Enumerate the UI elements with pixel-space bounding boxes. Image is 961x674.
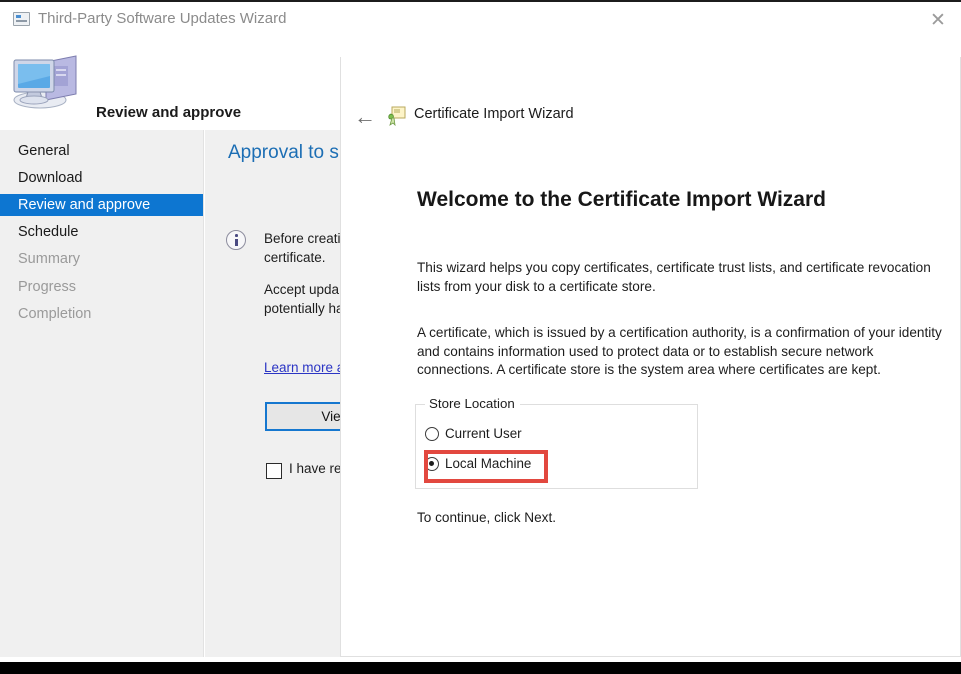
sidebar-item-general[interactable]: General bbox=[0, 140, 204, 162]
bottom-edge-strip bbox=[0, 662, 961, 674]
approval-paragraph-2: Accept upda potentially ha bbox=[264, 282, 344, 316]
titlebar-top-border bbox=[0, 0, 961, 2]
approval-paragraph-1: Before creati certificate. bbox=[264, 231, 341, 265]
sidebar-item-summary[interactable]: Summary bbox=[0, 248, 204, 270]
wizard-description-1: This wizard helps you copy certificates,… bbox=[417, 260, 931, 294]
radio-local-machine-circle bbox=[425, 457, 439, 471]
sidebar-item-completion[interactable]: Completion bbox=[0, 303, 204, 325]
learn-more-link[interactable]: Learn more a bbox=[264, 360, 344, 375]
window-title: Third-Party Software Updates Wizard bbox=[38, 10, 287, 27]
computer-monitor-icon bbox=[13, 55, 77, 109]
wizard-step-title: Review and approve bbox=[96, 104, 242, 121]
radio-local-machine-label: Local Machine bbox=[445, 456, 532, 471]
sidebar-item-progress[interactable]: Progress bbox=[0, 276, 204, 298]
back-arrow-icon[interactable]: ← bbox=[352, 104, 378, 130]
dialog-title: Certificate Import Wizard bbox=[414, 106, 574, 122]
certificate-icon bbox=[388, 106, 406, 126]
approval-page-title: Approval to s bbox=[228, 142, 339, 163]
acknowledge-checkbox[interactable] bbox=[266, 463, 282, 479]
sidebar-item-review-and-approve[interactable]: Review and approve bbox=[0, 194, 203, 216]
sidebar-item-download[interactable]: Download bbox=[0, 167, 204, 189]
wizard-description-2: A certificate, which is issued by a cert… bbox=[417, 325, 942, 377]
store-location-legend: Store Location bbox=[425, 396, 520, 411]
window-titlebar: Third-Party Software Updates Wizard ✕ bbox=[0, 0, 961, 34]
close-icon[interactable]: ✕ bbox=[923, 8, 953, 34]
third-party-updates-wizard-window: Third-Party Software Updates Wizard ✕ Re… bbox=[0, 0, 961, 662]
sidebar-item-schedule[interactable]: Schedule bbox=[0, 221, 204, 243]
acknowledge-checkbox-label: I have re bbox=[289, 461, 342, 476]
welcome-heading: Welcome to the Certificate Import Wizard bbox=[417, 188, 826, 211]
screenshot-root: Third-Party Software Updates Wizard ✕ Re… bbox=[0, 0, 961, 674]
radio-current-user-circle bbox=[425, 427, 439, 441]
store-location-groupbox bbox=[415, 404, 698, 489]
continue-instruction: To continue, click Next. bbox=[417, 510, 557, 525]
certificate-import-wizard-dialog: ← Certificate Import Wizard Welcome to t… bbox=[340, 57, 961, 657]
info-circle-icon bbox=[226, 230, 246, 250]
wizard-sidebar: General Download Review and approve Sche… bbox=[0, 130, 204, 657]
wizard-window-icon bbox=[13, 12, 30, 26]
radio-current-user-label: Current User bbox=[445, 426, 522, 441]
